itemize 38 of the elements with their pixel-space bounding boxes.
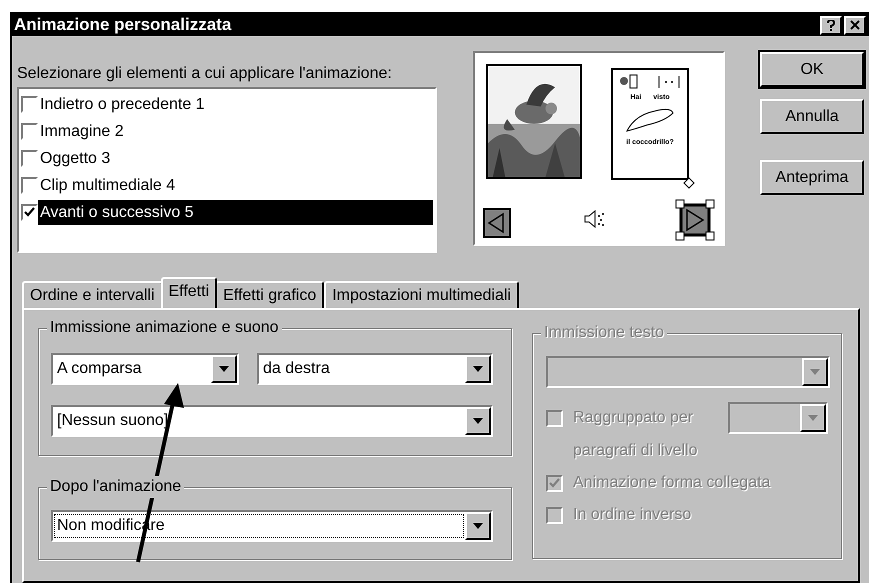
tab[interactable]: Impostazioni multimediali [324, 281, 519, 308]
list-item[interactable]: Oggetto 3 [38, 146, 433, 171]
list-item[interactable]: Avanti o successivo 5 [38, 200, 433, 225]
dialog-button[interactable]: Anteprima [760, 160, 864, 195]
caret-icon [809, 368, 821, 376]
elements-list[interactable]: Indietro o precedente 1 Immagine 2 Oggetto 3 Clip multimediale 4 Avanti o successivo 5 [17, 87, 437, 253]
dialog-button[interactable]: OK [760, 52, 864, 87]
dialog-button[interactable]: Annulla [760, 99, 864, 134]
tab[interactable]: Ordine e intervalli [22, 281, 162, 308]
option-label: paragrafi di livello [573, 441, 699, 461]
effect-dropdown[interactable]: A comparsa [51, 353, 239, 385]
list-item[interactable]: Clip multimediale 4 [38, 173, 433, 198]
back-button-icon [483, 208, 511, 238]
caret-icon [218, 366, 230, 372]
option-label: Animazione forma collegata [573, 473, 770, 493]
speaker-icon [583, 208, 607, 230]
group-title: Dopo l'animazione [47, 476, 184, 498]
option-label: In ordine inverso [573, 505, 692, 525]
symbol-drawing [619, 74, 681, 90]
close-button[interactable] [844, 16, 866, 34]
direction-dropdown[interactable]: da destra [257, 353, 493, 385]
list-item[interactable]: Immagine 2 [38, 119, 433, 144]
list-item[interactable]: Indietro o precedente 1 [38, 92, 433, 117]
option-label: Raggruppato per [573, 408, 694, 428]
list-label: Selezionare gli elementi a cui applicare l'animazione: [17, 64, 393, 84]
checkbox[interactable] [21, 204, 38, 221]
level-dropdown[interactable] [728, 402, 828, 434]
tab[interactable]: Effetti grafico [215, 281, 324, 308]
caret-icon [807, 414, 819, 422]
help-button[interactable] [820, 16, 842, 34]
caret-icon [472, 418, 484, 424]
close-icon [850, 20, 860, 30]
tab[interactable]: Effetti [160, 277, 218, 308]
caret-icon [472, 522, 484, 530]
caret-icon [472, 366, 484, 372]
sound-dropdown[interactable]: [Nessun suono] [51, 405, 493, 437]
question-mark-icon [827, 20, 835, 30]
window-title: Animazione personalizzata [14, 14, 232, 36]
